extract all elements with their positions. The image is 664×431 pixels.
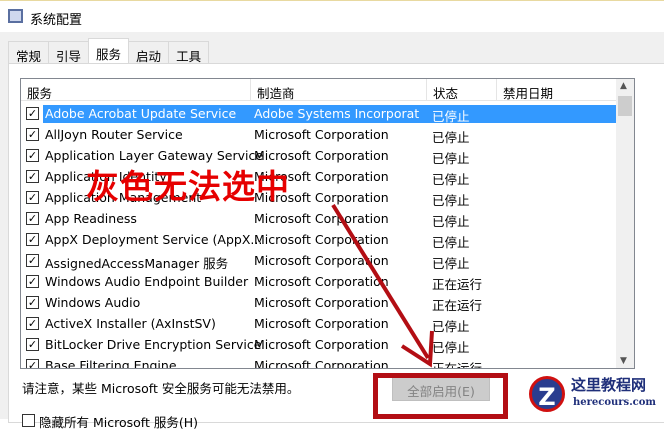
- watermark-url: herecours.com: [573, 397, 657, 408]
- watermark-logo: Z: [529, 376, 565, 412]
- watermark: Z 这里教程网 herecours.com: [515, 370, 664, 419]
- watermark-title: 这里教程网: [571, 376, 647, 394]
- annotation-highlight-box: [373, 373, 508, 419]
- tab-services[interactable]: 服务: [88, 38, 130, 63]
